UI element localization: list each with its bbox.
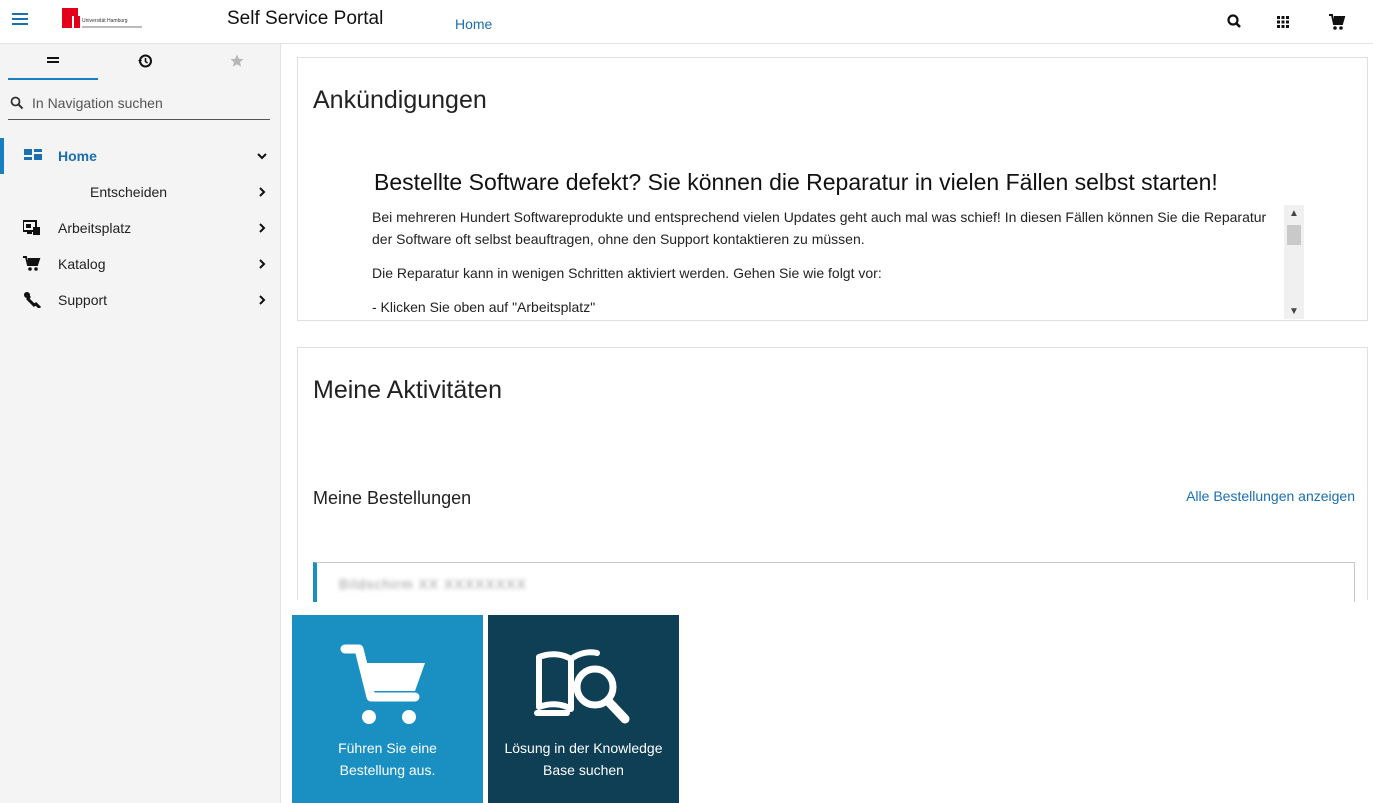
navigation-search-input[interactable] (32, 92, 264, 114)
header-nav-home[interactable]: Home (455, 16, 492, 32)
scroll-down-arrow-icon[interactable]: ▼ (1284, 305, 1304, 319)
announcement-paragraph: Bei mehreren Hundert Softwareprodukte un… (372, 209, 1267, 247)
announcement-paragraph: - Klicken Sie oben auf "Arbeitsplatz" (372, 299, 596, 315)
chevron-right-icon (259, 259, 266, 269)
portal-title: Self Service Portal (227, 8, 384, 29)
activities-title: Meine Aktivitäten (313, 376, 502, 404)
activities-card: Meine Aktivitäten Meine Bestellungen All… (297, 347, 1368, 602)
search-icon[interactable] (1223, 10, 1247, 34)
logo-text: Universität Hamburg (82, 18, 128, 24)
announcements-title: Ankündigungen (313, 86, 487, 114)
scroll-up-arrow-icon[interactable]: ▲ (1284, 207, 1304, 221)
navigation-search[interactable] (8, 88, 270, 120)
search-icon (10, 96, 24, 110)
sidebar-item-home[interactable]: Home (0, 138, 281, 174)
place-order-tile[interactable]: Führen Sie eine Bestellung aus. (292, 615, 483, 803)
menu-lines-icon (47, 57, 59, 63)
knowledge-base-tile[interactable]: Lösung in der Knowledge Base suchen (488, 615, 679, 803)
tile-label: Führen Sie eine Bestellung aus. (338, 740, 437, 778)
sidebar-item-label: Home (58, 148, 97, 164)
chevron-right-icon (259, 187, 266, 197)
announcement-body: Bei mehreren Hundert Softwareprodukte un… (372, 206, 1277, 318)
orders-label: Meine Bestellungen (313, 488, 472, 508)
announcement-paragraph: Die Reparatur kann in wenigen Schritten … (372, 265, 882, 281)
apps-grid-icon[interactable] (1271, 10, 1295, 34)
all-orders-link[interactable]: Alle Bestellungen anzeigen (1186, 488, 1355, 504)
sidebar-item-arbeitsplatz[interactable]: Arbeitsplatz (0, 210, 281, 246)
shopping-cart-icon (340, 644, 425, 724)
sidebar-item-label: Entscheiden (90, 184, 168, 200)
chevron-down-icon (257, 153, 267, 160)
dashboard-icon (24, 148, 42, 164)
scroll-thumb[interactable] (1287, 225, 1301, 245)
sidebar-item-label: Support (58, 292, 108, 308)
sidebar: Home Entscheiden Arbeitsplatz Katalog Su… (0, 44, 281, 803)
tab-history[interactable] (100, 44, 190, 80)
workstation-icon (22, 220, 41, 236)
sidebar-item-katalog[interactable]: Katalog (0, 246, 281, 282)
tab-favorites[interactable] (192, 44, 282, 80)
wrench-icon (23, 291, 42, 310)
order-item[interactable]: Bildschirm XX XXXXXXXX (313, 562, 1355, 602)
sidebar-item-support[interactable]: Support (0, 282, 281, 318)
chevron-right-icon (259, 223, 266, 233)
sidebar-item-entscheiden[interactable]: Entscheiden (0, 174, 281, 210)
top-header: Universität Hamburg Self Service Portal … (0, 0, 1373, 44)
star-icon (230, 54, 244, 67)
university-logo[interactable]: Universität Hamburg (62, 8, 144, 34)
sidebar-tabs (0, 44, 281, 80)
sidebar-item-label: Arbeitsplatz (58, 220, 132, 236)
order-item-title: Bildschirm XX XXXXXXXX (339, 576, 527, 592)
cart-icon (23, 256, 41, 272)
tile-label: Lösung in der Knowledge Base suchen (504, 740, 663, 778)
announcement-scrollbar[interactable]: ▲ ▼ (1284, 205, 1304, 319)
hamburger-menu-icon[interactable] (12, 13, 28, 27)
chevron-right-icon (259, 295, 266, 305)
history-icon (138, 54, 152, 68)
book-search-icon (534, 649, 630, 724)
announcement-headline: Bestellte Software defekt? Sie können di… (374, 169, 1218, 195)
cart-icon[interactable] (1325, 10, 1349, 34)
tab-menu[interactable] (8, 44, 98, 80)
sidebar-item-label: Katalog (58, 256, 106, 272)
